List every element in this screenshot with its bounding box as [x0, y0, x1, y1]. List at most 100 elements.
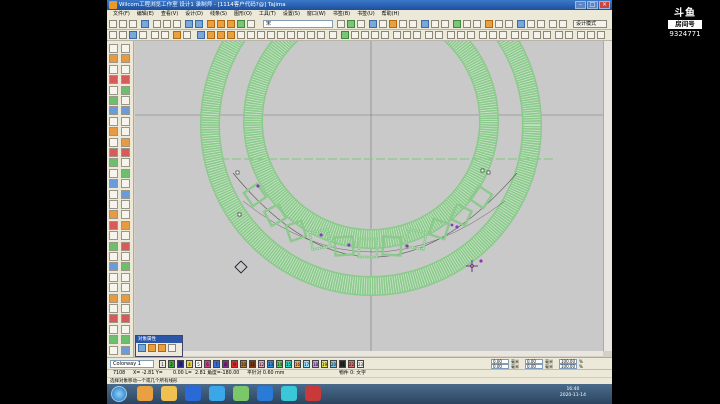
menu-graphics[interactable]: 图形(O): [234, 10, 252, 19]
grid-icon[interactable]: [237, 20, 245, 28]
toolbox-tool-icon[interactable]: [109, 168, 118, 178]
color-swatch-4[interactable]: 4: [186, 360, 193, 368]
menu-view[interactable]: 查看(V): [161, 10, 178, 19]
color-swatch-1[interactable]: 1: [159, 360, 166, 368]
maximize-button[interactable]: □: [587, 1, 598, 9]
design-canvas[interactable]: [135, 41, 603, 351]
toolbox-tool-icon[interactable]: [121, 116, 130, 126]
show-icon[interactable]: [495, 20, 503, 28]
layout-icon[interactable]: [247, 20, 255, 28]
color-swatch-17[interactable]: 17: [303, 360, 310, 368]
text-icon[interactable]: [381, 31, 389, 39]
outline-icon[interactable]: [197, 31, 205, 39]
draw-icon[interactable]: [347, 20, 355, 28]
angle-icon[interactable]: [425, 31, 433, 39]
menu-window[interactable]: 窗口(W): [307, 10, 326, 19]
tatami-icon[interactable]: [217, 31, 225, 39]
save-icon[interactable]: [129, 20, 137, 28]
taskbar-folder-icon[interactable]: [161, 386, 177, 401]
rotate-icon[interactable]: [421, 20, 429, 28]
start-button[interactable]: [111, 386, 127, 402]
fill-icon[interactable]: [207, 31, 215, 39]
color-swatch-7[interactable]: 7: [213, 360, 220, 368]
3d-icon[interactable]: [517, 20, 525, 28]
travel-icon[interactable]: [453, 20, 461, 28]
taskbar-player-icon[interactable]: [281, 386, 297, 401]
toolbox-tool-icon[interactable]: [109, 200, 118, 209]
panel-fill-icon[interactable]: [148, 344, 156, 352]
color-seq-icon[interactable]: [511, 31, 519, 39]
color-swatch-19[interactable]: 19: [321, 360, 328, 368]
spacing-icon[interactable]: [393, 31, 401, 39]
paste-icon[interactable]: [173, 20, 181, 28]
toolbox-tool-icon[interactable]: [109, 210, 118, 220]
color-swatch-11[interactable]: 11: [249, 360, 256, 368]
toolbox-tool-icon[interactable]: [121, 96, 130, 105]
toolbox-tool-icon[interactable]: [121, 137, 130, 147]
toolbox-tool-icon[interactable]: [121, 200, 130, 209]
toolbox-tool-icon[interactable]: [109, 345, 118, 355]
bold-icon[interactable]: [337, 20, 345, 28]
slow-redraw-icon[interactable]: [485, 20, 493, 28]
menu-bookmarks2[interactable]: 书签(U): [357, 10, 375, 19]
toolbox-tool-icon[interactable]: [109, 64, 118, 74]
toolbox-tool-icon[interactable]: [121, 106, 130, 116]
minimize-button[interactable]: –: [575, 1, 586, 9]
toolbox-tool-icon[interactable]: [109, 96, 118, 105]
panel-special-icon[interactable]: [168, 344, 176, 352]
toolbox-tool-icon[interactable]: [121, 241, 130, 251]
taskbar-app-icon[interactable]: [257, 386, 273, 401]
preview-icon[interactable]: [533, 31, 541, 39]
satin-icon[interactable]: [227, 31, 235, 39]
split-icon[interactable]: [317, 31, 325, 39]
color-swatch-14[interactable]: 14: [276, 360, 283, 368]
colorway-select[interactable]: Colorway 1: [110, 360, 154, 368]
motif-icon[interactable]: [257, 31, 265, 39]
toolbox-tool-icon[interactable]: [121, 345, 130, 355]
toolbox-tool-icon[interactable]: [109, 54, 118, 64]
taskbar-chat-icon[interactable]: [233, 386, 249, 401]
menu-help[interactable]: 帮助(H): [382, 10, 400, 19]
toolbox-tool-icon[interactable]: [109, 241, 118, 251]
toolbox-tool-icon[interactable]: [121, 272, 130, 282]
line-icon[interactable]: [361, 31, 369, 39]
library-icon[interactable]: [587, 31, 595, 39]
new-icon[interactable]: [109, 20, 117, 28]
branch-icon[interactable]: [173, 31, 181, 39]
scale-icon[interactable]: [441, 20, 449, 28]
triple-icon[interactable]: [247, 31, 255, 39]
curve-icon[interactable]: [371, 31, 379, 39]
properties-icon[interactable]: [577, 31, 585, 39]
color-swatch-15[interactable]: 15: [285, 360, 292, 368]
color-icon[interactable]: [389, 20, 397, 28]
panel-outline-icon[interactable]: [158, 344, 166, 352]
toolbox-tool-icon[interactable]: [121, 127, 130, 137]
align-icon[interactable]: [357, 20, 365, 28]
menu-file[interactable]: 文件(F): [113, 10, 130, 19]
border-icon[interactable]: [457, 31, 465, 39]
toolbox-tool-icon[interactable]: [121, 148, 130, 157]
toolbox-tool-icon[interactable]: [109, 106, 118, 116]
toolbox-tool-icon[interactable]: [121, 324, 130, 334]
toolbox-tool-icon[interactable]: [109, 335, 118, 345]
list-icon[interactable]: [549, 20, 557, 28]
group-icon[interactable]: [129, 31, 137, 39]
trim-icon[interactable]: [463, 20, 471, 28]
lock-icon[interactable]: [473, 20, 481, 28]
pattern-icon[interactable]: [267, 31, 275, 39]
options-icon[interactable]: [597, 31, 605, 39]
toolbox-tool-icon[interactable]: [121, 293, 130, 303]
vertical-scrollbar[interactable]: [603, 41, 612, 351]
cut-icon[interactable]: [153, 20, 161, 28]
toolbox-tool-icon[interactable]: [121, 252, 130, 261]
toolbox-tool-icon[interactable]: [109, 283, 118, 293]
toolbox-tool-icon[interactable]: [121, 168, 130, 178]
needle-icon[interactable]: [527, 20, 535, 28]
horizontal-scrollbar[interactable]: [135, 351, 603, 356]
toolbox-tool-icon[interactable]: [121, 44, 130, 53]
color-swatch-12[interactable]: 12: [258, 360, 265, 368]
info-icon[interactable]: [537, 20, 545, 28]
open-icon[interactable]: [119, 20, 127, 28]
color-swatch-13[interactable]: 13: [267, 360, 274, 368]
toolbox-tool-icon[interactable]: [121, 75, 130, 85]
